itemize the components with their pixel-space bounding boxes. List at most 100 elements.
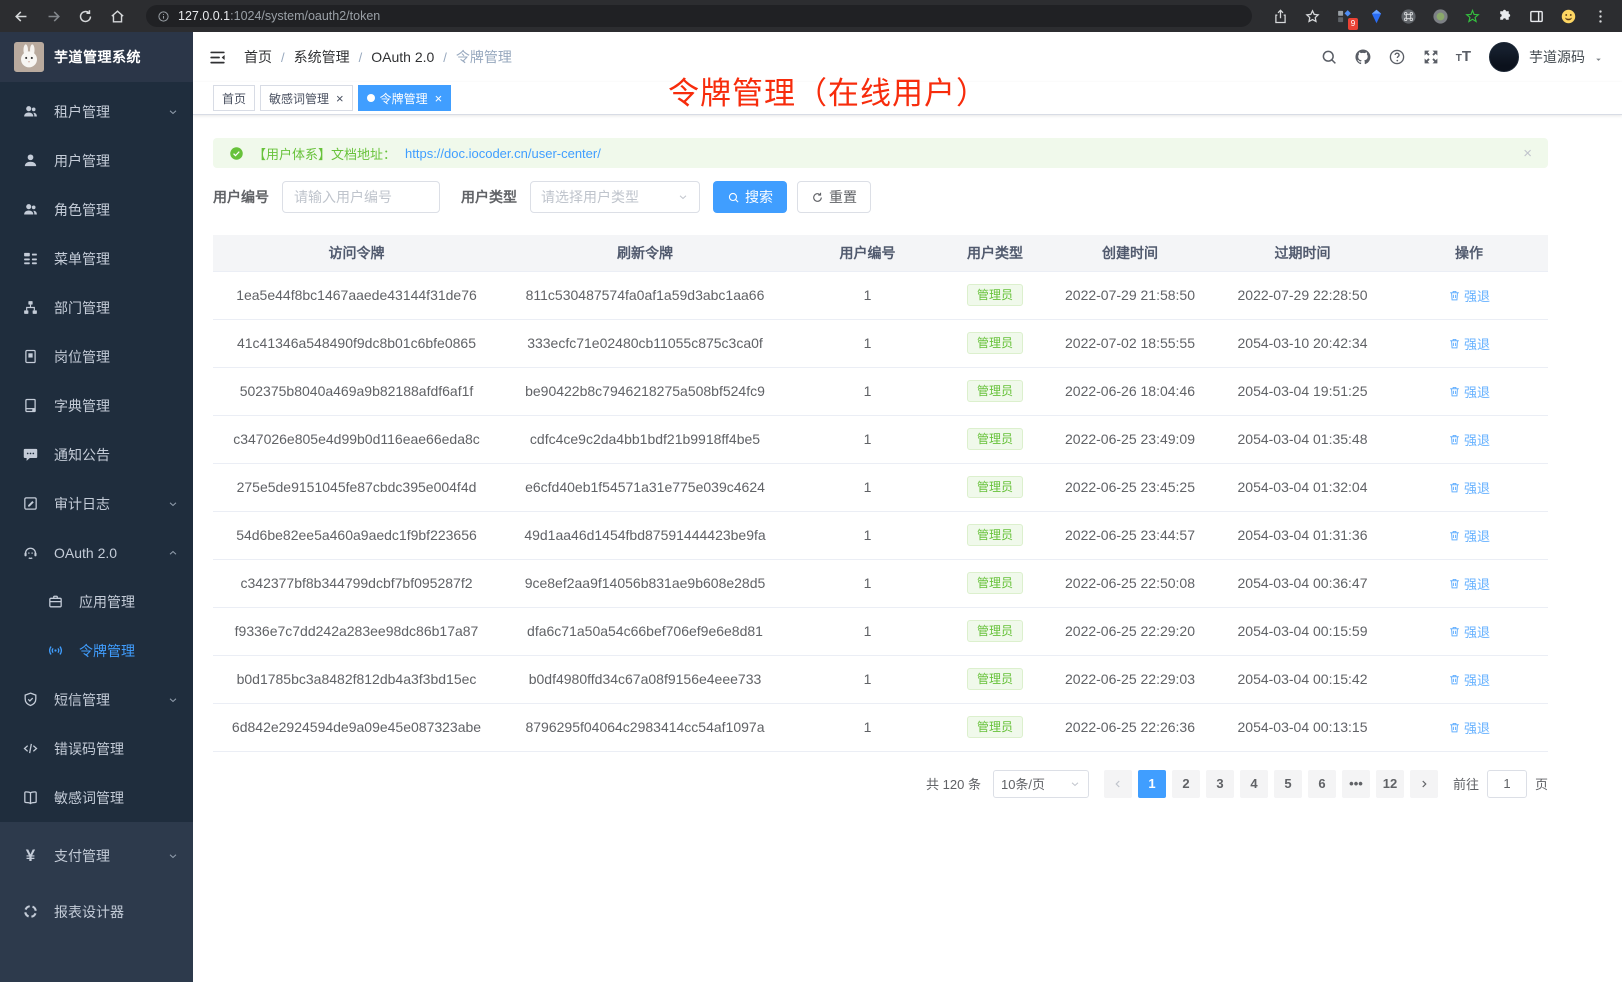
sidebar-item-oauth2[interactable]: OAuth 2.0 <box>0 528 193 577</box>
tab-敏感词管理[interactable]: 敏感词管理 × <box>260 85 353 111</box>
chevron-down-icon <box>167 850 179 862</box>
force-logout-button[interactable]: 强退 <box>1448 478 1490 497</box>
ext-star-icon[interactable] <box>1464 8 1481 25</box>
info-icon[interactable] <box>157 10 170 23</box>
app-logo[interactable]: 芋道管理系统 <box>0 32 193 82</box>
caret-down-icon[interactable] <box>1593 54 1604 65</box>
address-bar[interactable]: 127.0.0.1:1024/system/oauth2/token <box>146 5 1252 27</box>
action-cell: 强退 <box>1390 463 1548 511</box>
sidebar-item-user[interactable]: 用户管理 <box>0 136 193 185</box>
next-page-button[interactable] <box>1410 770 1438 798</box>
tab-close-icon[interactable]: × <box>435 92 443 105</box>
sidebar-item-oauth2-token[interactable]: 令牌管理 <box>0 626 193 675</box>
reset-button[interactable]: 重置 <box>797 181 871 213</box>
page-button-12[interactable]: 12 <box>1376 770 1404 798</box>
goto-page-input[interactable] <box>1487 770 1527 798</box>
force-logout-button[interactable]: 强退 <box>1448 382 1490 401</box>
force-logout-label: 强退 <box>1464 670 1490 689</box>
help-icon[interactable] <box>1388 48 1406 66</box>
force-logout-button[interactable]: 强退 <box>1448 430 1490 449</box>
prev-page-button[interactable] <box>1104 770 1132 798</box>
sidebar-item-audit-log[interactable]: 审计日志 <box>0 479 193 528</box>
force-logout-button[interactable]: 强退 <box>1448 670 1490 689</box>
ext-blocker-icon[interactable]: 9 <box>1336 8 1353 25</box>
sidebar-item-report[interactable]: 报表设计器 <box>0 887 193 936</box>
action-cell: 强退 <box>1390 415 1548 463</box>
forward-icon[interactable] <box>45 8 62 25</box>
share-icon[interactable] <box>1272 8 1289 25</box>
sidebar-item-oauth2-app[interactable]: 应用管理 <box>0 577 193 626</box>
reload-icon[interactable] <box>77 8 94 25</box>
column-header: 用户编号 <box>790 235 945 271</box>
ext-gem-icon[interactable] <box>1368 8 1385 25</box>
sidebar-item-menu[interactable]: 菜单管理 <box>0 234 193 283</box>
sidebar-item-pay[interactable]: ¥支付管理 <box>0 831 193 880</box>
user-type-cell: 管理员 <box>945 271 1045 319</box>
browser-menu-icon[interactable] <box>1592 8 1609 25</box>
page-button-4[interactable]: 4 <box>1240 770 1268 798</box>
tab-label: 敏感词管理 <box>269 90 329 107</box>
sidebar-item-dict[interactable]: 字典管理 <box>0 381 193 430</box>
sidebar-item-tenant[interactable]: 租户管理 <box>0 87 193 136</box>
page-button-5[interactable]: 5 <box>1274 770 1302 798</box>
tab-close-icon[interactable]: × <box>336 92 344 105</box>
fullscreen-icon[interactable] <box>1422 48 1440 66</box>
user-type-select[interactable]: 请选择用户类型 <box>530 181 700 213</box>
sidebar-item-sensitive-word[interactable]: 敏感词管理 <box>0 773 193 822</box>
browser-toolbar: 127.0.0.1:1024/system/oauth2/token 9 <box>0 0 1622 32</box>
force-logout-button[interactable]: 强退 <box>1448 334 1490 353</box>
trash-icon <box>1448 481 1461 494</box>
breadcrumb-item[interactable]: 系统管理 <box>294 47 350 67</box>
alert-link[interactable]: https://doc.iocoder.cn/user-center/ <box>405 146 601 161</box>
sidebar-menu-bottom: ¥支付管理报表设计器 <box>0 822 193 982</box>
github-icon[interactable] <box>1354 48 1372 66</box>
sidebar-item-dept[interactable]: 部门管理 <box>0 283 193 332</box>
create-time-cell: 2022-06-25 23:45:25 <box>1045 463 1215 511</box>
home-icon[interactable] <box>109 8 126 25</box>
force-logout-button[interactable]: 强退 <box>1448 574 1490 593</box>
tab-令牌管理[interactable]: 令牌管理× <box>358 85 452 111</box>
force-logout-button[interactable]: 强退 <box>1448 622 1490 641</box>
force-logout-button[interactable]: 强退 <box>1448 526 1490 545</box>
search-button[interactable]: 搜索 <box>713 181 787 213</box>
user-avatar[interactable] <box>1489 42 1519 72</box>
back-icon[interactable] <box>13 8 30 25</box>
ext-command-icon[interactable] <box>1400 8 1417 25</box>
sidebar-item-notice[interactable]: 通知公告 <box>0 430 193 479</box>
tab-首页[interactable]: 首页 <box>213 85 255 111</box>
font-size-icon[interactable]: TT <box>1456 49 1471 65</box>
ext-record-icon[interactable] <box>1432 8 1449 25</box>
user-id-input[interactable] <box>282 181 440 213</box>
sidebar: 芋道管理系统 租户管理用户管理角色管理菜单管理部门管理岗位管理字典管理通知公告审… <box>0 32 193 982</box>
sidebar-item-post[interactable]: 岗位管理 <box>0 332 193 381</box>
sidebar-item-sms[interactable]: 短信管理 <box>0 675 193 724</box>
sidebar-item-error-code[interactable]: 错误码管理 <box>0 724 193 773</box>
force-logout-button[interactable]: 强退 <box>1448 718 1490 737</box>
sidebar-item-role[interactable]: 角色管理 <box>0 185 193 234</box>
sidebar-toggle-icon[interactable] <box>208 48 227 67</box>
trash-icon <box>1448 337 1461 350</box>
chevron-right-icon <box>1418 778 1430 790</box>
user-type-cell: 管理员 <box>945 319 1045 367</box>
page-button-2[interactable]: 2 <box>1172 770 1200 798</box>
refresh-icon <box>811 191 824 204</box>
page-button-1[interactable]: 1 <box>1138 770 1166 798</box>
alert-banner: 【用户体系】文档地址： https://doc.iocoder.cn/user-… <box>213 138 1548 168</box>
page-ellipsis[interactable]: ••• <box>1342 770 1370 798</box>
extensions-puzzle-icon[interactable] <box>1496 8 1513 25</box>
breadcrumb-separator: / <box>443 50 447 65</box>
breadcrumb-item[interactable]: OAuth 2.0 <box>371 49 434 65</box>
user-name[interactable]: 芋道源码 <box>1529 47 1585 67</box>
breadcrumb-item[interactable]: 首页 <box>244 47 272 67</box>
trash-icon <box>1448 289 1461 302</box>
page-size-select[interactable]: 10条/页 <box>993 770 1089 798</box>
force-logout-button[interactable]: 强退 <box>1448 286 1490 305</box>
page-button-6[interactable]: 6 <box>1308 770 1336 798</box>
side-panel-icon[interactable] <box>1528 8 1545 25</box>
ext-emoji-icon[interactable] <box>1560 8 1577 25</box>
bookmark-star-icon[interactable] <box>1304 8 1321 25</box>
annotation-text: 令牌管理（在线用户） <box>668 68 988 113</box>
search-icon[interactable] <box>1320 48 1338 66</box>
page-button-3[interactable]: 3 <box>1206 770 1234 798</box>
alert-close-icon[interactable]: × <box>1523 145 1532 162</box>
